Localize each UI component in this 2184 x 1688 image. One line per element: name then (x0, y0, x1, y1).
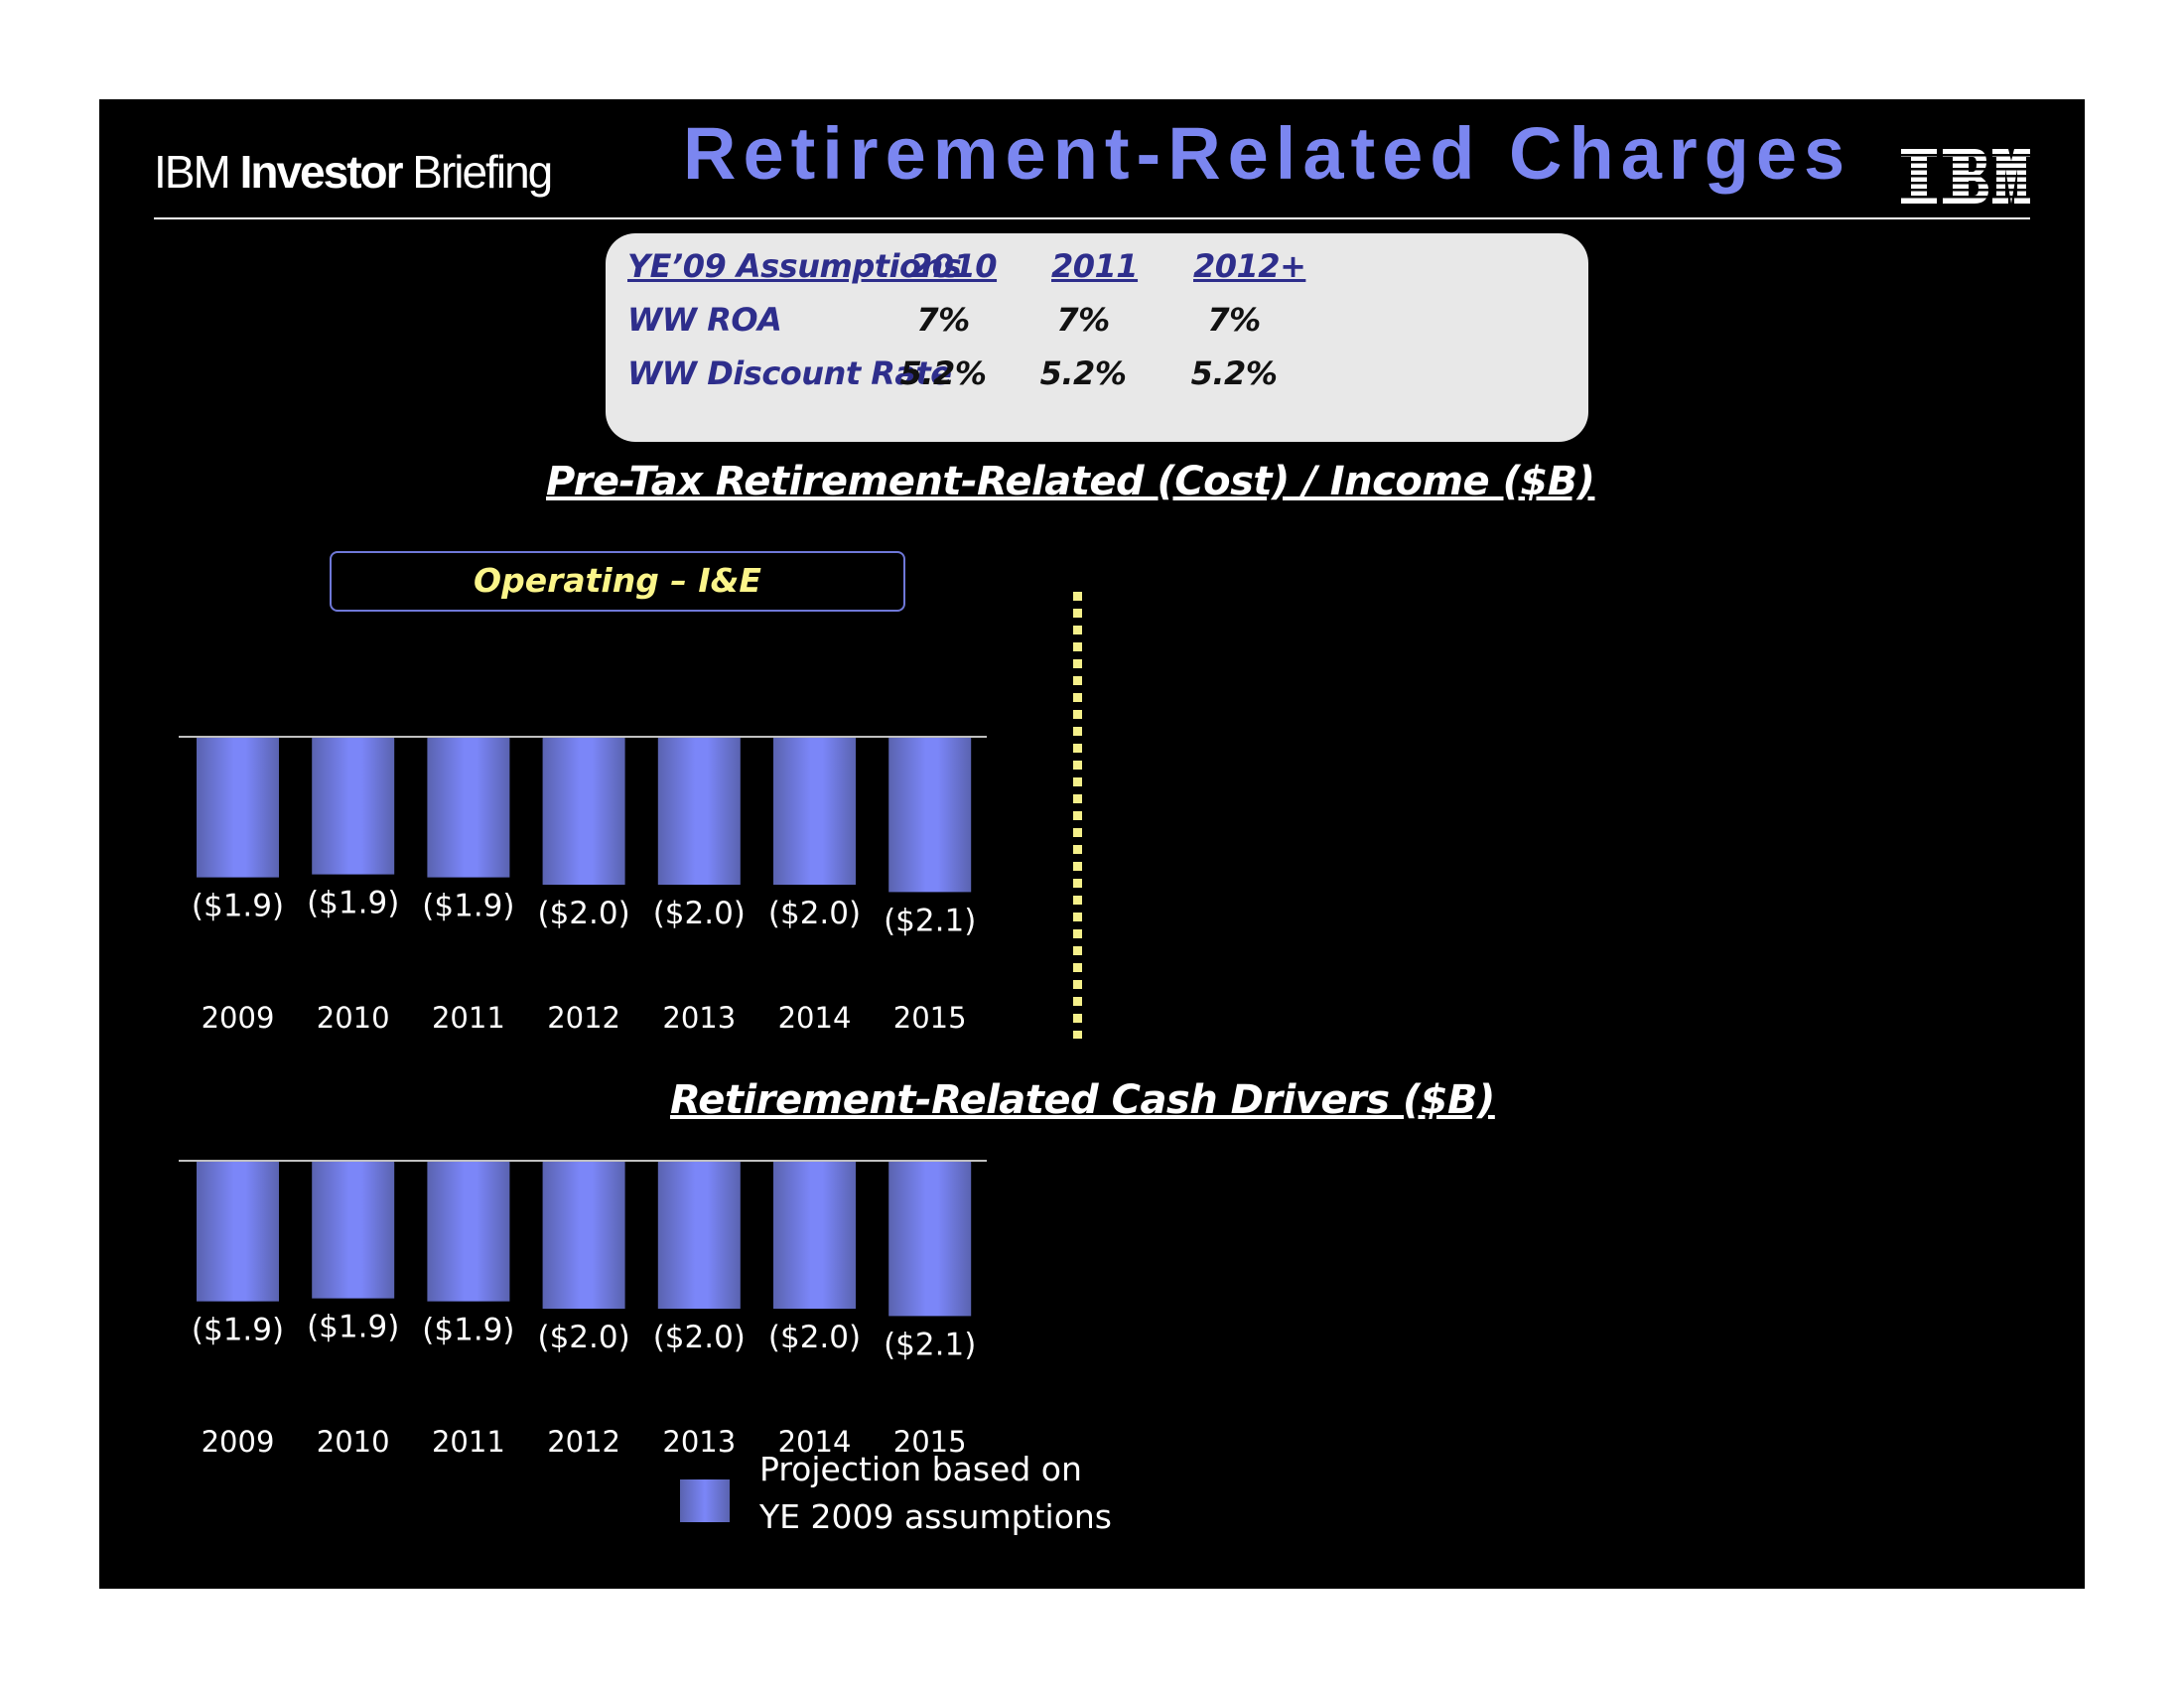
cash-bar-chart: ($1.9) 2009 ($1.9) 2010 ($1.9) 2011 ($2.0) 2012… (179, 1160, 987, 1459)
data-label-2013: ($2.0) (653, 1320, 746, 1355)
data-label-2015: ($2.1) (884, 1327, 976, 1362)
year-label-2013: 2013 (662, 1425, 736, 1459)
year-label-2010: 2010 (317, 1425, 390, 1459)
year-label-2009: 2009 (202, 1425, 275, 1459)
bar-2013 (657, 1162, 741, 1309)
data-label-2009: ($1.9) (192, 1313, 284, 1348)
data-label-2011: ($1.9) (422, 1313, 514, 1348)
data-label-2014: ($2.0) (768, 1320, 861, 1355)
legend-swatch (680, 1479, 730, 1522)
bar-2012 (542, 1162, 625, 1309)
bar-2010 (312, 1162, 395, 1299)
bar-2009 (197, 1162, 279, 1302)
slide: IBM Investor Briefing Retirement-Related… (99, 99, 2085, 1589)
year-label-2011: 2011 (432, 1425, 505, 1459)
year-label-2012: 2012 (547, 1425, 620, 1459)
bar-2015 (888, 1162, 972, 1317)
data-label-2012: ($2.0) (537, 1320, 629, 1355)
legend-text-line2: YE 2009 assumptions (759, 1497, 1112, 1536)
legend-text-line1: Projection based on (759, 1450, 1082, 1488)
bar-2011 (427, 1162, 510, 1302)
data-label-2010: ($1.9) (307, 1310, 399, 1345)
bar-2014 (773, 1162, 856, 1309)
